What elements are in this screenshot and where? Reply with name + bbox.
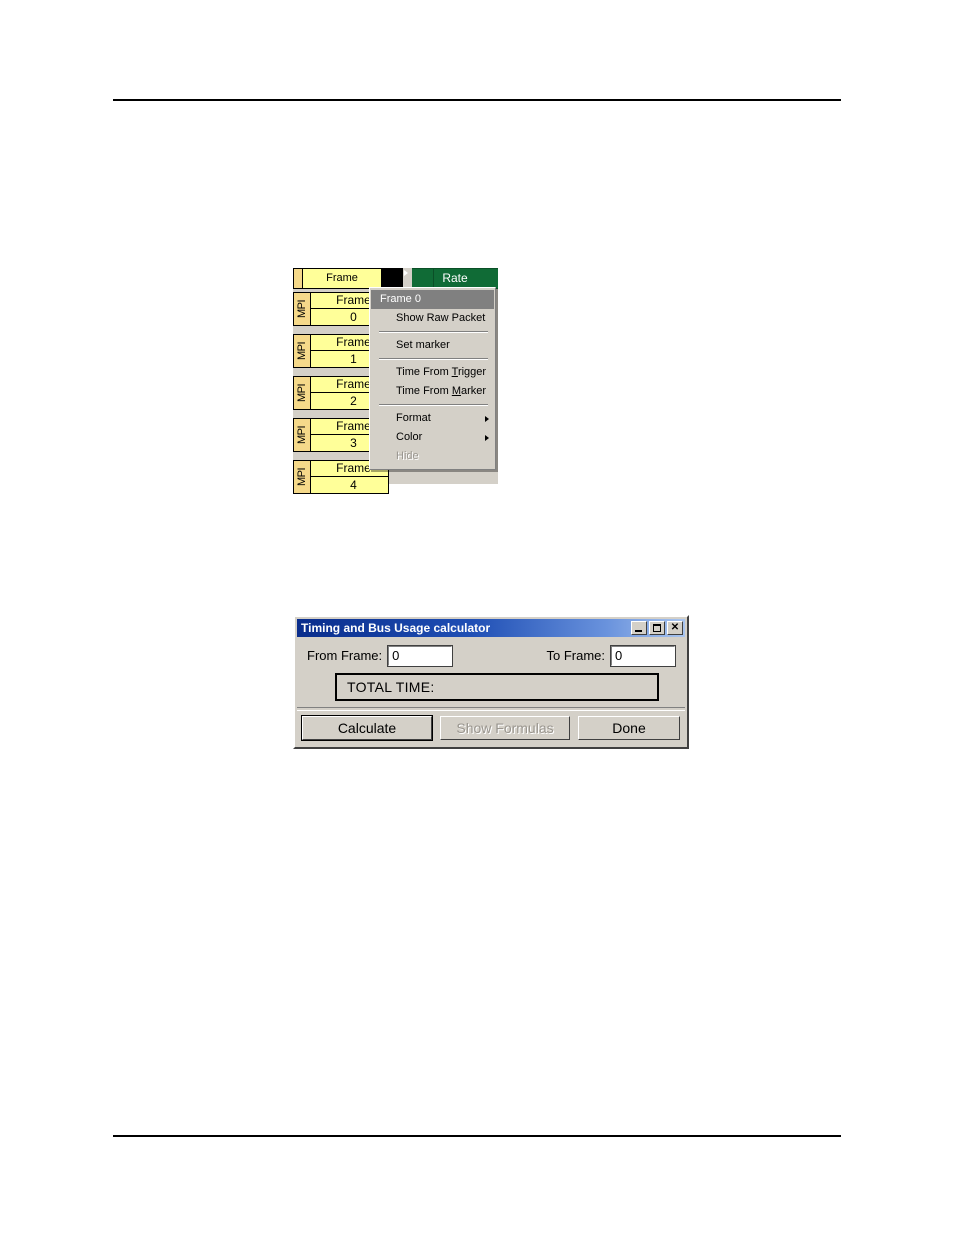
frame-context-menu[interactable]: Frame 0 Show Raw Packet Set marker Time … <box>369 287 496 470</box>
frame-bus-text: MPI <box>296 467 308 487</box>
menu-item-set-marker[interactable]: Set marker <box>370 336 495 355</box>
page-header-rule <box>113 99 841 101</box>
timing-bus-usage-calculator-dialog: Timing and Bus Usage calculator ✕ From F… <box>293 615 689 749</box>
frame-bus-label: MPI <box>293 460 311 494</box>
frame-number: 4 <box>350 478 357 492</box>
chevron-right-icon <box>485 434 489 441</box>
header-rate-column[interactable]: Rate <box>412 268 498 289</box>
from-frame-label: From Frame: <box>307 648 383 663</box>
menu-label-prefix: Time From <box>396 366 452 378</box>
menu-item-format[interactable]: Format <box>370 409 495 428</box>
frame-bus-label: MPI <box>293 376 311 410</box>
show-formulas-button: Show Formulas <box>440 716 570 740</box>
total-time-display: TOTAL TIME: <box>335 673 659 701</box>
minimize-icon[interactable] <box>631 621 647 635</box>
menu-label-accel: M <box>451 385 461 397</box>
from-frame-input[interactable] <box>387 644 454 667</box>
frame-bus-text: MPI <box>296 341 308 361</box>
header-frame-column[interactable]: Frame <box>303 268 382 289</box>
marker-triangle-icon <box>403 268 412 289</box>
menu-item-time-from-trigger[interactable]: Time From Trigger <box>370 363 495 382</box>
frame-bus-label: MPI <box>293 292 311 326</box>
header-bus-column <box>293 268 303 289</box>
menu-label-suffix: arker <box>460 385 487 397</box>
menu-separator <box>379 358 488 360</box>
frame-grid-header: Frame Rate <box>293 268 498 289</box>
dialog-title-bar[interactable]: Timing and Bus Usage calculator ✕ <box>297 619 685 637</box>
dialog-button-bar: Calculate Show Formulas Done <box>295 713 687 743</box>
done-button[interactable]: Done <box>578 716 680 740</box>
dialog-body: From Frame: To Frame: TOTAL TIME: <box>295 637 687 701</box>
dialog-title: Timing and Bus Usage calculator <box>301 621 491 635</box>
maximize-icon[interactable] <box>649 621 665 635</box>
close-icon[interactable]: ✕ <box>667 621 683 635</box>
menu-item-time-from-marker[interactable]: Time From Marker <box>370 382 495 401</box>
menu-item-show-raw-packet[interactable]: Show Raw Packet <box>370 309 495 328</box>
figure-frame-list-context-menu: Frame Rate MPI Frame 0 MPI Frame 1 MPI F… <box>293 268 498 494</box>
menu-item-color-label: Color <box>396 431 423 443</box>
dialog-divider <box>297 707 685 711</box>
menu-item-hide: Hide <box>396 450 419 462</box>
menu-label-prefix: Time From <box>396 385 452 397</box>
menu-item-format-label: Format <box>396 412 431 424</box>
menu-separator <box>379 331 488 333</box>
calculate-button[interactable]: Calculate <box>301 715 433 741</box>
frame-bus-text: MPI <box>296 425 308 445</box>
to-frame-label: To Frame: <box>546 648 605 663</box>
context-menu-header: Frame 0 <box>371 290 494 309</box>
window-control-buttons: ✕ <box>631 621 683 635</box>
frame-bus-text: MPI <box>296 383 308 403</box>
frame-range-row: From Frame: To Frame: <box>307 644 676 667</box>
chevron-right-icon <box>485 415 489 422</box>
frame-bus-text: MPI <box>296 299 308 319</box>
frame-bus-label: MPI <box>293 418 311 452</box>
page-footer-rule <box>113 1135 841 1137</box>
to-frame-input[interactable] <box>610 644 676 667</box>
frame-bus-label: MPI <box>293 334 311 368</box>
menu-label-suffix: rigger <box>457 366 487 378</box>
menu-item-color[interactable]: Color <box>370 428 495 447</box>
menu-separator <box>379 404 488 406</box>
header-black-block <box>382 268 403 289</box>
